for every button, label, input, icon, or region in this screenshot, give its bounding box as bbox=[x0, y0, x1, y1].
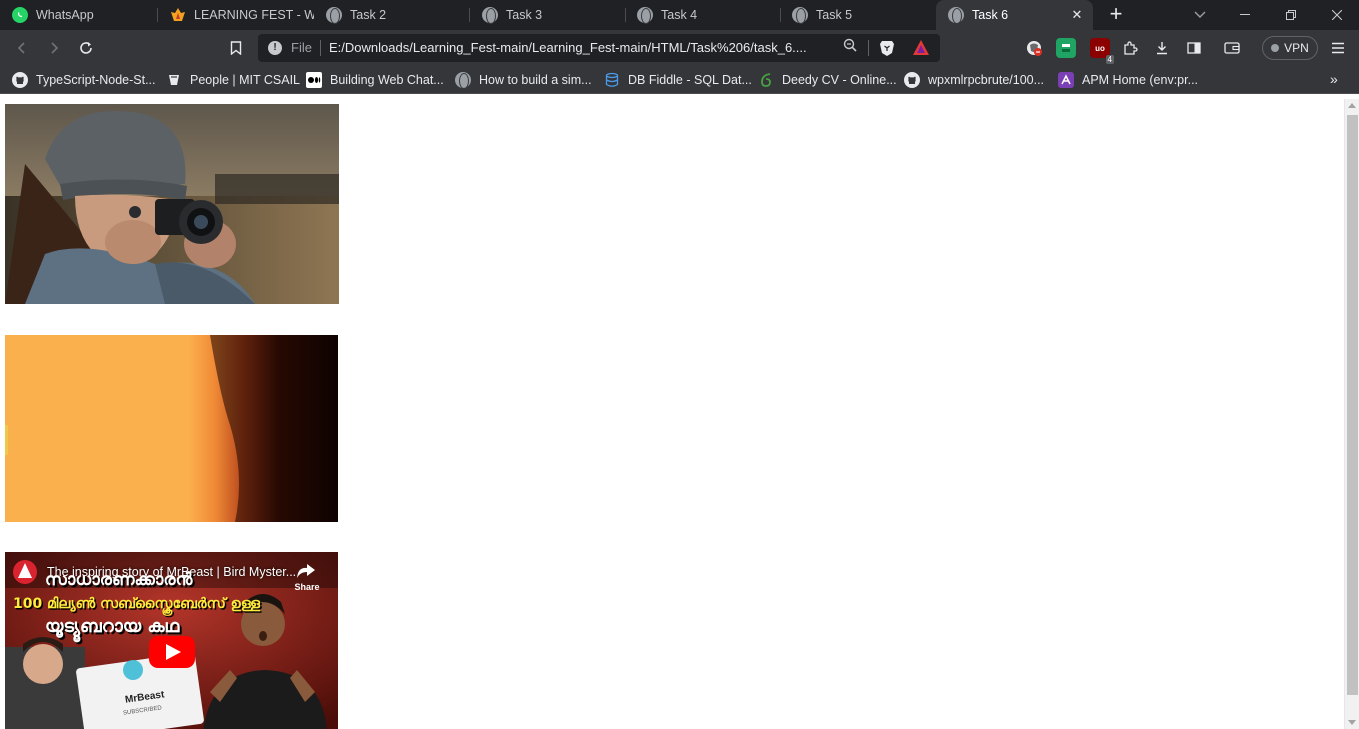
overlay-text-line: യൂട്യൂബറായ കഥ bbox=[45, 616, 180, 637]
globe-icon bbox=[637, 7, 653, 24]
bookmark-apm-home[interactable]: APM Home (env:pr... bbox=[1058, 71, 1198, 89]
bookmark-build-sim[interactable]: How to build a sim... bbox=[455, 71, 592, 89]
menu-icon[interactable] bbox=[1328, 38, 1348, 58]
close-tab-icon[interactable]: ✕ bbox=[1069, 7, 1085, 23]
tab-strip: WhatsApp LEARNING FEST - WEB Task 2 Task… bbox=[0, 0, 1359, 30]
github-icon bbox=[904, 72, 920, 88]
bookmark-wpxmlrpcbrute[interactable]: wpxmlrpcbrute/100... bbox=[904, 71, 1044, 89]
bookmark-typescript[interactable]: TypeScript-Node-St... bbox=[12, 71, 156, 89]
bookmark-deedy-cv[interactable]: Deedy CV - Online... bbox=[758, 71, 897, 89]
brave-shields-icon[interactable] bbox=[878, 39, 896, 57]
green-extension-icon[interactable] bbox=[1056, 38, 1076, 58]
back-button[interactable] bbox=[10, 36, 34, 60]
globe-icon bbox=[792, 7, 808, 24]
tab-task-4[interactable]: Task 4 bbox=[625, 0, 781, 30]
scheme-label: File bbox=[291, 40, 312, 55]
apm-icon bbox=[1058, 72, 1074, 88]
vpn-button[interactable]: VPN bbox=[1262, 36, 1318, 60]
tab-learning-fest[interactable]: LEARNING FEST - WEB bbox=[158, 0, 314, 30]
omnibox-divider bbox=[868, 40, 869, 56]
download-icon[interactable] bbox=[1152, 38, 1172, 58]
overlay-text-line: സാധാരണക്കാരൻ bbox=[45, 570, 193, 590]
reload-button[interactable] bbox=[74, 36, 98, 60]
ublock-badge-icon[interactable]: uo 4 bbox=[1090, 38, 1114, 64]
whatsapp-icon bbox=[12, 7, 28, 23]
site-info-icon[interactable]: ! bbox=[268, 41, 282, 55]
omnibox-divider bbox=[320, 40, 321, 56]
tab-whatsapp[interactable]: WhatsApp bbox=[0, 0, 158, 30]
tab-task-6[interactable]: Task 6 ✕ bbox=[936, 0, 1093, 30]
fest-icon bbox=[170, 7, 186, 23]
sidebar-toggle-icon[interactable] bbox=[1184, 38, 1204, 58]
page-content: The inspiring story of MrBeast | Bird My… bbox=[0, 99, 1344, 729]
address-bar[interactable]: ! File E:/Downloads/Learning_Fest-main/L… bbox=[258, 34, 940, 62]
github-icon bbox=[12, 72, 28, 88]
minimize-button[interactable] bbox=[1222, 0, 1268, 30]
globe-icon bbox=[948, 7, 964, 24]
zoom-icon[interactable] bbox=[840, 38, 860, 58]
globe-icon bbox=[482, 7, 498, 24]
globe-icon bbox=[455, 72, 471, 89]
mit-icon bbox=[166, 72, 182, 88]
vpn-status-icon bbox=[1271, 44, 1280, 52]
bookmark-icon[interactable] bbox=[224, 36, 248, 60]
tab-search-chevron-icon[interactable] bbox=[1190, 5, 1210, 25]
medium-icon bbox=[306, 72, 322, 88]
database-icon bbox=[604, 72, 620, 88]
forward-button[interactable] bbox=[42, 36, 66, 60]
youtube-embed[interactable]: The inspiring story of MrBeast | Bird My… bbox=[5, 552, 338, 729]
tab-task-5[interactable]: Task 5 bbox=[780, 0, 936, 30]
close-window-button[interactable] bbox=[1314, 0, 1359, 30]
scroll-down-icon[interactable] bbox=[1348, 720, 1356, 725]
video-player[interactable] bbox=[5, 335, 338, 522]
globe-icon bbox=[326, 7, 342, 24]
bookmarks-overflow-icon[interactable]: » bbox=[1330, 71, 1338, 87]
overlay-text-line: 100 മില്യൺ സബ്സ്ക്രൈബേർസ് ഉള്ള bbox=[13, 596, 261, 612]
bookmark-mit-csail[interactable]: People | MIT CSAIL bbox=[166, 71, 300, 89]
photographer-image bbox=[5, 104, 339, 304]
tab-task-2[interactable]: Task 2 bbox=[314, 0, 470, 30]
tab-task-3[interactable]: Task 3 bbox=[470, 0, 626, 30]
extensions-puzzle-icon[interactable] bbox=[1120, 38, 1140, 58]
ublock-origin-icon[interactable] bbox=[1024, 38, 1044, 58]
scroll-thumb[interactable] bbox=[1347, 115, 1358, 695]
extension-badge: 4 bbox=[1105, 55, 1114, 64]
new-tab-button[interactable]: + bbox=[1104, 3, 1128, 27]
wallet-icon[interactable] bbox=[1222, 38, 1242, 58]
scroll-up-icon[interactable] bbox=[1348, 103, 1356, 108]
bookmarks-bar: TypeScript-Node-St... People | MIT CSAIL… bbox=[0, 66, 1359, 94]
page-scrollbar[interactable] bbox=[1344, 99, 1359, 729]
brave-rewards-icon[interactable] bbox=[912, 39, 930, 57]
bookmark-db-fiddle[interactable]: DB Fiddle - SQL Dat... bbox=[604, 71, 752, 89]
share-button[interactable]: Share bbox=[292, 560, 322, 594]
overleaf-icon bbox=[758, 72, 774, 88]
restore-button[interactable] bbox=[1268, 0, 1314, 30]
url-text[interactable]: E:/Downloads/Learning_Fest-main/Learning… bbox=[329, 40, 807, 55]
toolbar: ! File E:/Downloads/Learning_Fest-main/L… bbox=[0, 30, 1359, 66]
bookmark-web-chat[interactable]: Building Web Chat... bbox=[306, 71, 444, 89]
